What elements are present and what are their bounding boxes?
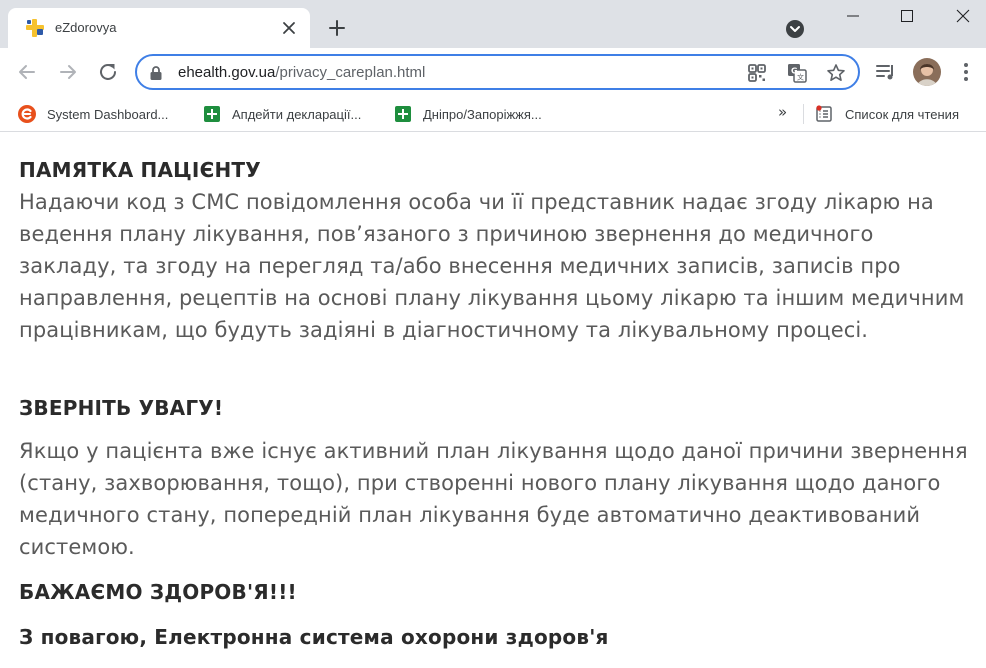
- address-bar[interactable]: ehealth.gov.ua/privacy_careplan.html G 文: [135, 54, 860, 90]
- back-arrow-icon[interactable]: [15, 60, 39, 84]
- bookmark-label: Дніпро/Запоріжжя...: [423, 106, 542, 122]
- ezdorovya-logo-icon: [26, 19, 44, 37]
- attention-heading: ЗВЕРНІТЬ УВАГУ!: [19, 396, 224, 420]
- minimize-window-icon[interactable]: [838, 2, 868, 30]
- sheets-icon: [395, 106, 411, 122]
- tab-strip: eZdorovya: [0, 0, 986, 48]
- dashboard-logo-icon: [18, 105, 36, 123]
- url-host: ehealth.gov.ua: [178, 64, 276, 81]
- patient-memo-heading: ПАМЯТКА ПАЦІЄНТУ: [19, 158, 261, 182]
- close-window-icon[interactable]: [948, 2, 978, 30]
- url-text[interactable]: ehealth.gov.ua/privacy_careplan.html: [178, 64, 425, 81]
- signature-text: З повагою, Електронна система охорони зд…: [19, 625, 609, 649]
- bookmark-label: System Dashboard...: [47, 106, 169, 122]
- browser-toolbar: ehealth.gov.ua/privacy_careplan.html G 文: [0, 48, 986, 96]
- qr-code-icon[interactable]: [747, 63, 767, 83]
- active-tab[interactable]: eZdorovya: [8, 8, 310, 48]
- close-tab-icon[interactable]: [280, 19, 298, 37]
- bookmark-system-dashboard[interactable]: System Dashboard...: [18, 102, 168, 126]
- bookmarks-overflow-button[interactable]: »: [778, 103, 787, 121]
- media-control-icon[interactable]: [874, 60, 898, 84]
- tab-title: eZdorovya: [55, 20, 117, 35]
- reading-list-label: Список для чтения: [845, 106, 959, 122]
- star-icon[interactable]: [826, 63, 846, 83]
- wish-health-heading: БАЖАЄМО ЗДОРОВ'Я!!!: [19, 580, 297, 604]
- forward-arrow-icon[interactable]: [56, 60, 80, 84]
- svg-text:文: 文: [797, 73, 804, 82]
- new-tab-icon[interactable]: [326, 17, 348, 39]
- translate-icon[interactable]: G 文: [787, 63, 807, 83]
- maximize-window-icon[interactable]: [892, 2, 922, 30]
- url-path: /privacy_careplan.html: [275, 64, 426, 81]
- care-plan-notice-paragraph: Якщо у пацієнта вже існує активний план …: [19, 439, 968, 559]
- bookmark-dnipro-zaporizhzhia[interactable]: Дніпро/Запоріжжя...: [394, 102, 542, 126]
- bookmarks-bar: System Dashboard... Апдейти декларації..…: [0, 96, 986, 132]
- bookmarks-divider: [803, 104, 804, 124]
- bookmark-label: Апдейти декларації...: [232, 106, 362, 122]
- bookmark-declaration-updates[interactable]: Апдейти декларації...: [203, 102, 361, 126]
- sheets-icon: [204, 106, 220, 122]
- reading-list-button[interactable]: Список для чтения: [815, 102, 959, 126]
- lock-icon[interactable]: [149, 65, 163, 81]
- reading-list-icon: [816, 105, 832, 122]
- profile-photo-icon: [913, 58, 941, 86]
- consent-paragraph: Надаючи код з СМС повідомлення особа чи …: [19, 190, 965, 342]
- reload-icon[interactable]: [96, 60, 120, 84]
- kebab-menu-icon[interactable]: [954, 60, 978, 84]
- page-content: ПАМЯТКА ПАЦІЄНТУ Надаючи код з СМС повід…: [0, 133, 986, 668]
- profile-avatar[interactable]: [913, 58, 941, 86]
- tab-search-icon[interactable]: [784, 18, 806, 40]
